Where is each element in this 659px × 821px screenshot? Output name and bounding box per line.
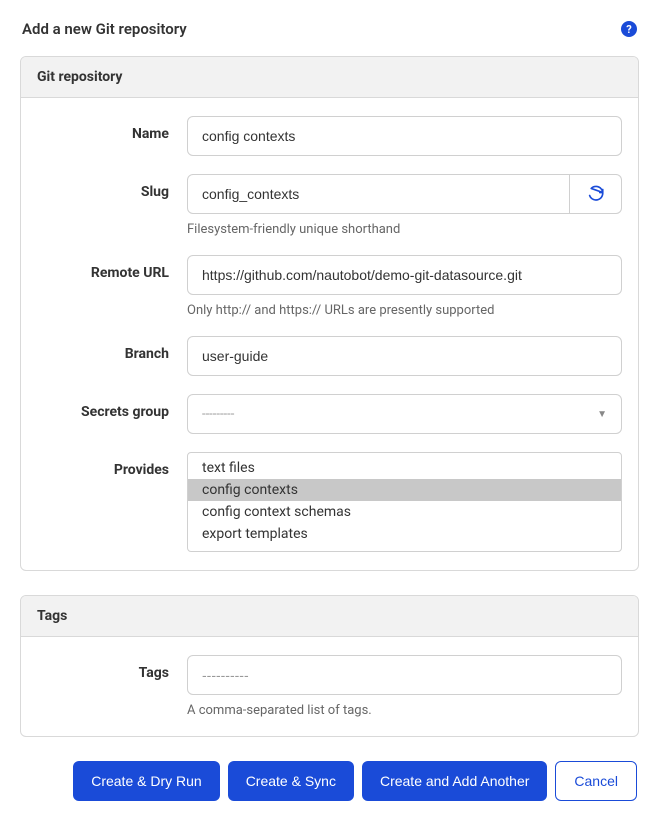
form-actions: Create & Dry Run Create & Sync Create an… — [20, 761, 639, 801]
refresh-icon — [587, 185, 605, 203]
provides-option[interactable]: config contexts — [188, 479, 621, 501]
provides-label: Provides — [37, 452, 187, 478]
provides-option[interactable]: export templates — [188, 523, 621, 545]
name-label: Name — [37, 116, 187, 142]
panel-header-tags: Tags — [21, 596, 638, 637]
provides-option[interactable]: text files — [188, 457, 621, 479]
remote-url-label: Remote URL — [37, 255, 187, 281]
help-icon[interactable]: ? — [621, 21, 637, 37]
panel-header-git: Git repository — [21, 57, 638, 98]
page-title: Add a new Git repository — [22, 20, 187, 38]
tags-input[interactable] — [187, 655, 622, 695]
remote-url-help-text: Only http:// and https:// URLs are prese… — [187, 303, 622, 318]
provides-listbox[interactable]: text filesconfig contextsconfig context … — [187, 452, 622, 552]
branch-input[interactable] — [187, 336, 622, 376]
slug-help-text: Filesystem-friendly unique shorthand — [187, 222, 622, 237]
tags-help-text: A comma-separated list of tags. — [187, 703, 622, 718]
slug-refresh-button[interactable] — [570, 174, 622, 214]
secrets-group-placeholder: --------- — [202, 407, 597, 422]
remote-url-input[interactable] — [187, 255, 622, 295]
name-input[interactable] — [187, 116, 622, 156]
secrets-group-label: Secrets group — [37, 394, 187, 420]
provides-option[interactable]: config context schemas — [188, 501, 621, 523]
create-add-another-button[interactable]: Create and Add Another — [362, 761, 547, 801]
create-dry-run-button[interactable]: Create & Dry Run — [73, 761, 219, 801]
slug-label: Slug — [37, 174, 187, 200]
create-sync-button[interactable]: Create & Sync — [228, 761, 354, 801]
tags-label: Tags — [37, 655, 187, 681]
git-repository-panel: Git repository Name Slug — [20, 56, 639, 571]
cancel-button[interactable]: Cancel — [555, 761, 637, 801]
branch-label: Branch — [37, 336, 187, 362]
caret-down-icon: ▼ — [597, 409, 607, 420]
slug-input[interactable] — [187, 174, 570, 214]
secrets-group-select[interactable]: --------- ▼ — [187, 394, 622, 434]
tags-panel: Tags Tags A comma-separated list of tags… — [20, 595, 639, 737]
